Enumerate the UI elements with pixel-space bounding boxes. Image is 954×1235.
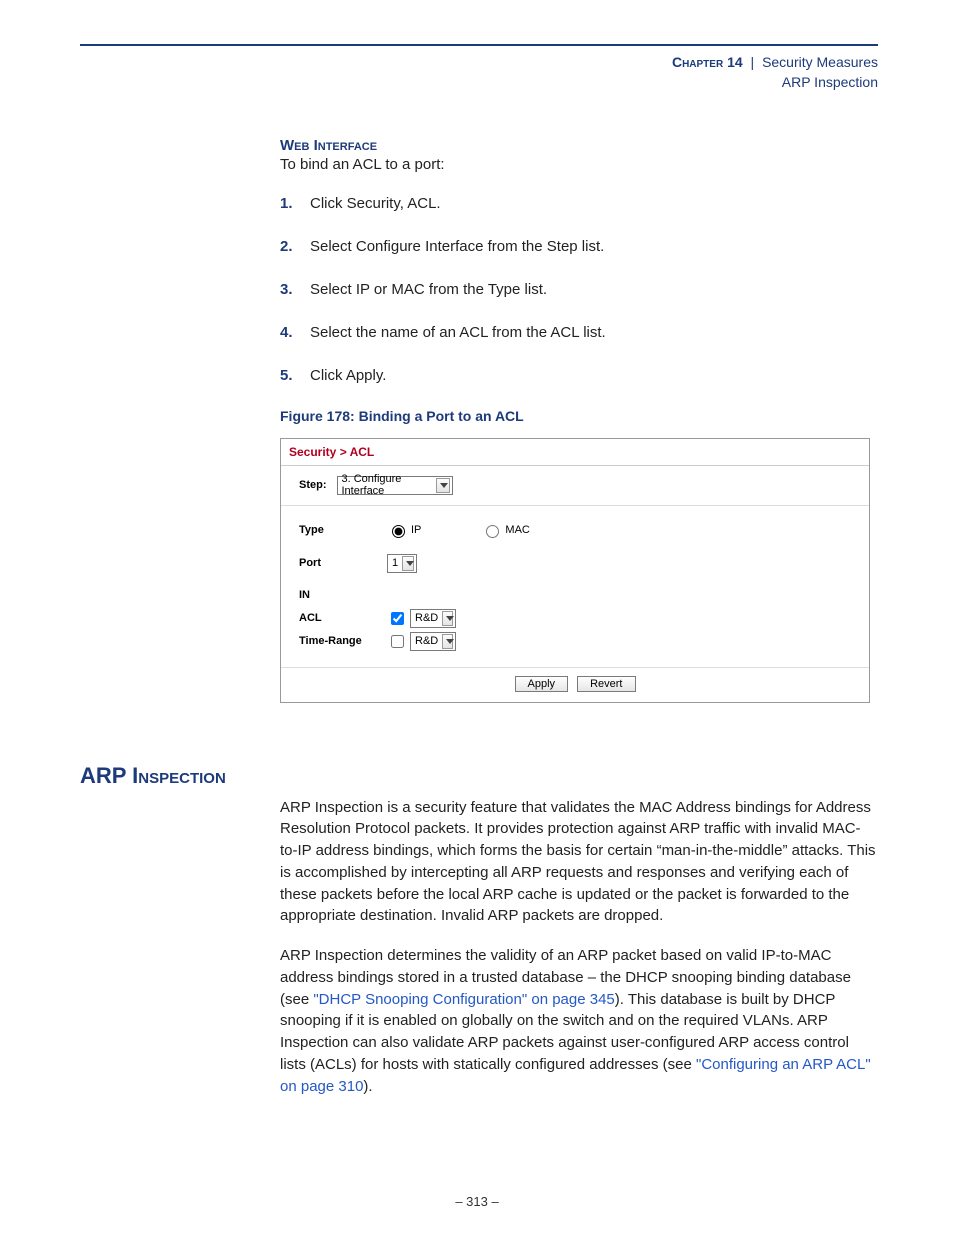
acl-row: ACL R&D	[299, 609, 851, 628]
form-body: Type IP MAC Port 1	[281, 506, 869, 651]
type-mac-option[interactable]: MAC	[481, 522, 529, 538]
arp-p2-seg-c: ).	[363, 1078, 372, 1095]
apply-button[interactable]: Apply	[515, 676, 569, 692]
timerange-select-value: R&D	[415, 635, 438, 647]
type-mac-text: MAC	[505, 524, 529, 536]
arp-heading: ARP Inspection	[80, 763, 878, 789]
page: Chapter 14 | Security Measures ARP Inspe…	[0, 0, 954, 1235]
revert-button[interactable]: Revert	[577, 676, 635, 692]
timerange-checkbox[interactable]	[391, 635, 404, 648]
button-row: Apply Revert	[281, 667, 869, 702]
chapter-label: Chapter 14	[672, 54, 743, 70]
step-select-value: 3. Configure Interface	[342, 473, 433, 497]
chevron-down-icon	[436, 478, 449, 493]
step-item: Select the name of an ACL from the ACL l…	[280, 322, 878, 343]
port-select[interactable]: 1	[387, 554, 417, 573]
chevron-down-icon	[442, 611, 453, 626]
type-ip-text: IP	[411, 524, 421, 536]
type-ip-radio[interactable]	[392, 525, 405, 538]
type-label: Type	[299, 524, 387, 536]
header-title: Security Measures	[762, 54, 878, 70]
acl-select[interactable]: R&D	[410, 609, 456, 628]
step-label: Step:	[299, 479, 327, 491]
step-item: Click Apply.	[280, 365, 878, 386]
figure-caption: Figure 178: Binding a Port to an ACL	[280, 408, 878, 424]
port-select-value: 1	[392, 557, 398, 569]
type-row: Type IP MAC	[299, 522, 851, 538]
page-footer: – 313 –	[0, 1194, 954, 1209]
header-rule	[80, 44, 878, 46]
header-subtitle: ARP Inspection	[80, 72, 878, 92]
arp-paragraph-1: ARP Inspection is a security feature tha…	[280, 797, 878, 928]
body-column: Web Interface To bind an ACL to a port: …	[280, 137, 878, 703]
web-interface-heading: Web Interface	[280, 137, 878, 154]
type-mac-radio[interactable]	[486, 525, 499, 538]
type-ip-option[interactable]: IP	[387, 522, 421, 538]
in-label: IN	[299, 589, 387, 601]
header-separator: |	[747, 54, 759, 70]
step-row: Step: 3. Configure Interface	[281, 466, 869, 506]
acl-label: ACL	[299, 612, 387, 624]
step-select[interactable]: 3. Configure Interface	[337, 476, 453, 495]
running-header: Chapter 14 | Security Measures ARP Inspe…	[80, 52, 878, 93]
timerange-row: Time-Range R&D	[299, 632, 851, 651]
dhcp-snooping-link[interactable]: "DHCP Snooping Configuration" on page 34…	[313, 991, 614, 1008]
step-item: Click Security, ACL.	[280, 193, 878, 214]
port-row: Port 1	[299, 554, 851, 573]
chevron-down-icon	[442, 634, 453, 649]
acl-checkbox[interactable]	[391, 612, 404, 625]
timerange-label: Time-Range	[299, 635, 387, 647]
acl-select-value: R&D	[415, 612, 438, 624]
acl-config-panel: Security > ACL Step: 3. Configure Interf…	[280, 438, 870, 703]
port-label: Port	[299, 557, 387, 569]
chevron-down-icon	[402, 556, 414, 571]
in-row: IN	[299, 589, 851, 601]
step-item: Select IP or MAC from the Type list.	[280, 279, 878, 300]
timerange-select[interactable]: R&D	[410, 632, 456, 651]
step-list: Click Security, ACL. Select Configure In…	[280, 193, 878, 386]
step-item: Select Configure Interface from the Step…	[280, 236, 878, 257]
arp-paragraph-2: ARP Inspection determines the validity o…	[280, 945, 878, 1097]
lead-text: To bind an ACL to a port:	[280, 156, 878, 173]
breadcrumb: Security > ACL	[281, 439, 869, 466]
